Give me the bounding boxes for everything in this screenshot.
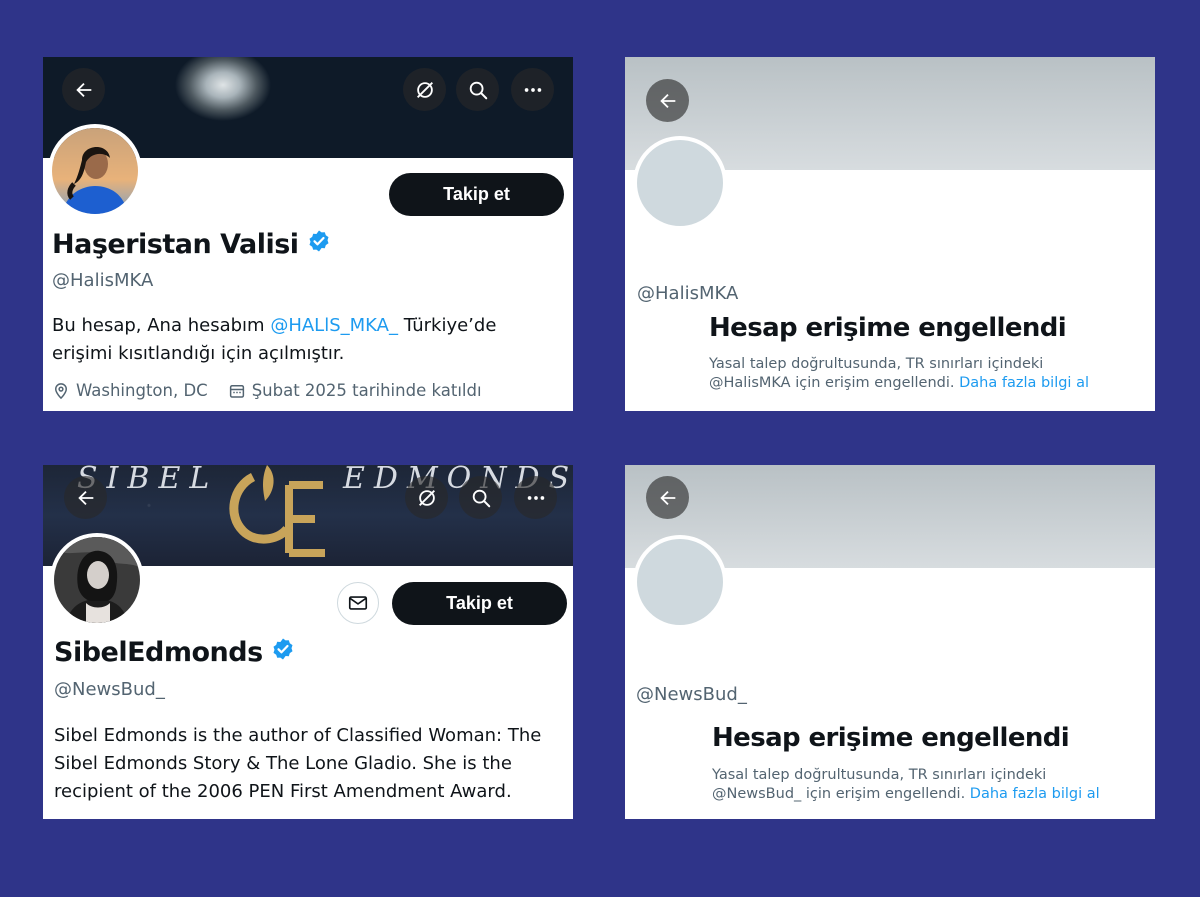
learn-more-link[interactable]: Daha fazla bilgi al: [970, 786, 1100, 802]
search-button[interactable]: [459, 476, 502, 519]
bio-mention-link[interactable]: @HALlS_MKA_: [270, 315, 398, 336]
joined-text: Şubat 2025 tarihinde katıldı: [251, 381, 482, 400]
grok-button[interactable]: [403, 68, 446, 111]
back-button[interactable]: [646, 476, 689, 519]
back-arrow-icon: [75, 82, 91, 97]
blocked-description: Yasal talep doğrultusunda, TR sınırları …: [712, 766, 1100, 804]
display-name-text: Haşeristan Valisi: [52, 229, 299, 260]
back-arrow-icon: [659, 93, 675, 108]
back-button[interactable]: [62, 68, 105, 111]
bio-line-2: Sibel Edmonds Story & The Lone Gladio. S…: [54, 753, 512, 774]
handle: @NewsBud_: [636, 684, 747, 705]
handle: @HalisMKA: [637, 283, 739, 304]
profile-panel-haseristan: Takip et Haşeristan Valisi @HalisMKA Bu …: [43, 57, 573, 411]
handle: @NewsBud_: [54, 679, 165, 700]
avatar[interactable]: [50, 533, 144, 627]
bio-line-2: erişimi kısıtlandığı için açılmıştır.: [52, 343, 345, 364]
bio: Sibel Edmonds is the author of Classifie…: [54, 722, 541, 806]
back-button[interactable]: [646, 79, 689, 122]
search-icon: [469, 81, 487, 99]
avatar-placeholder: [633, 535, 727, 629]
blocked-desc-text: @HalisMKA için erişim engellendi.: [709, 375, 955, 391]
profile-panel-sibeledmonds: SIBEL EDMONDS Takip et SibelEdmonds @New…: [43, 465, 573, 819]
blocked-desc-line-2: @NewsBud_ için erişim engellendi. Daha f…: [712, 785, 1100, 804]
back-arrow-icon: [77, 490, 93, 505]
bio-line-1: Sibel Edmonds is the author of Classifie…: [54, 725, 542, 746]
back-arrow-icon: [659, 490, 675, 505]
search-button[interactable]: [456, 68, 499, 111]
search-icon: [472, 489, 490, 507]
location-item: Washington, DC: [52, 381, 208, 400]
avatar[interactable]: [48, 124, 142, 218]
blocked-title: Hesap erişime engellendi: [712, 723, 1070, 753]
more-button[interactable]: [514, 476, 557, 519]
joined-item: Şubat 2025 tarihinde katıldı: [228, 381, 482, 400]
display-name: Haşeristan Valisi: [52, 229, 331, 260]
bio-line-3: recipient of the 2006 PEN First Amendmen…: [54, 781, 512, 802]
bio-text: Bu hesap, Ana hesabım: [52, 315, 265, 336]
verified-badge-icon: [271, 637, 295, 668]
back-button[interactable]: [64, 476, 107, 519]
message-button[interactable]: [337, 582, 379, 624]
more-button[interactable]: [511, 68, 554, 111]
location-text: Washington, DC: [76, 381, 208, 400]
profile-panel-blocked-newsbud: @NewsBud_ Hesap erişime engellendi Yasal…: [625, 465, 1155, 819]
calendar-icon: [229, 384, 244, 398]
handle: @HalisMKA: [52, 270, 154, 291]
quill-logo-icon: [229, 465, 325, 557]
display-name-text: SibelEdmonds: [54, 637, 263, 668]
blocked-title: Hesap erişime engellendi: [709, 313, 1067, 343]
bio-text: Türkiye’de: [403, 315, 497, 336]
display-name: SibelEdmonds: [54, 637, 295, 668]
blocked-description: Yasal talep doğrultusunda, TR sınırları …: [709, 355, 1089, 393]
location-pin-icon: [54, 382, 68, 399]
blocked-desc-line-1: Yasal talep doğrultusunda, TR sınırları …: [709, 356, 1044, 372]
bio-line-1: Bu hesap, Ana hesabım @HALlS_MKA_ Türkiy…: [52, 312, 496, 340]
avatar-placeholder: [633, 136, 727, 230]
more-icon: [527, 495, 544, 500]
mail-icon: [348, 596, 368, 610]
more-icon: [524, 87, 541, 92]
grok-button[interactable]: [405, 476, 448, 519]
blocked-desc-text: @NewsBud_ için erişim engellendi.: [712, 786, 966, 802]
grok-icon: [416, 81, 433, 98]
profile-meta: Washington, DC Şubat 2025 tarihinde katı…: [52, 381, 502, 400]
learn-more-link[interactable]: Daha fazla bilgi al: [959, 375, 1089, 391]
grok-icon: [418, 489, 435, 506]
follow-button[interactable]: Takip et: [392, 582, 567, 625]
verified-badge-icon: [307, 229, 331, 260]
profile-panel-blocked-halismka: @HalisMKA Hesap erişime engellendi Yasal…: [625, 57, 1155, 411]
follow-button[interactable]: Takip et: [389, 173, 564, 216]
blocked-desc-line-2: @HalisMKA için erişim engellendi. Daha f…: [709, 374, 1089, 393]
blocked-desc-line-1: Yasal talep doğrultusunda, TR sınırları …: [712, 767, 1047, 783]
bio: Bu hesap, Ana hesabım @HALlS_MKA_ Türkiy…: [52, 312, 496, 368]
